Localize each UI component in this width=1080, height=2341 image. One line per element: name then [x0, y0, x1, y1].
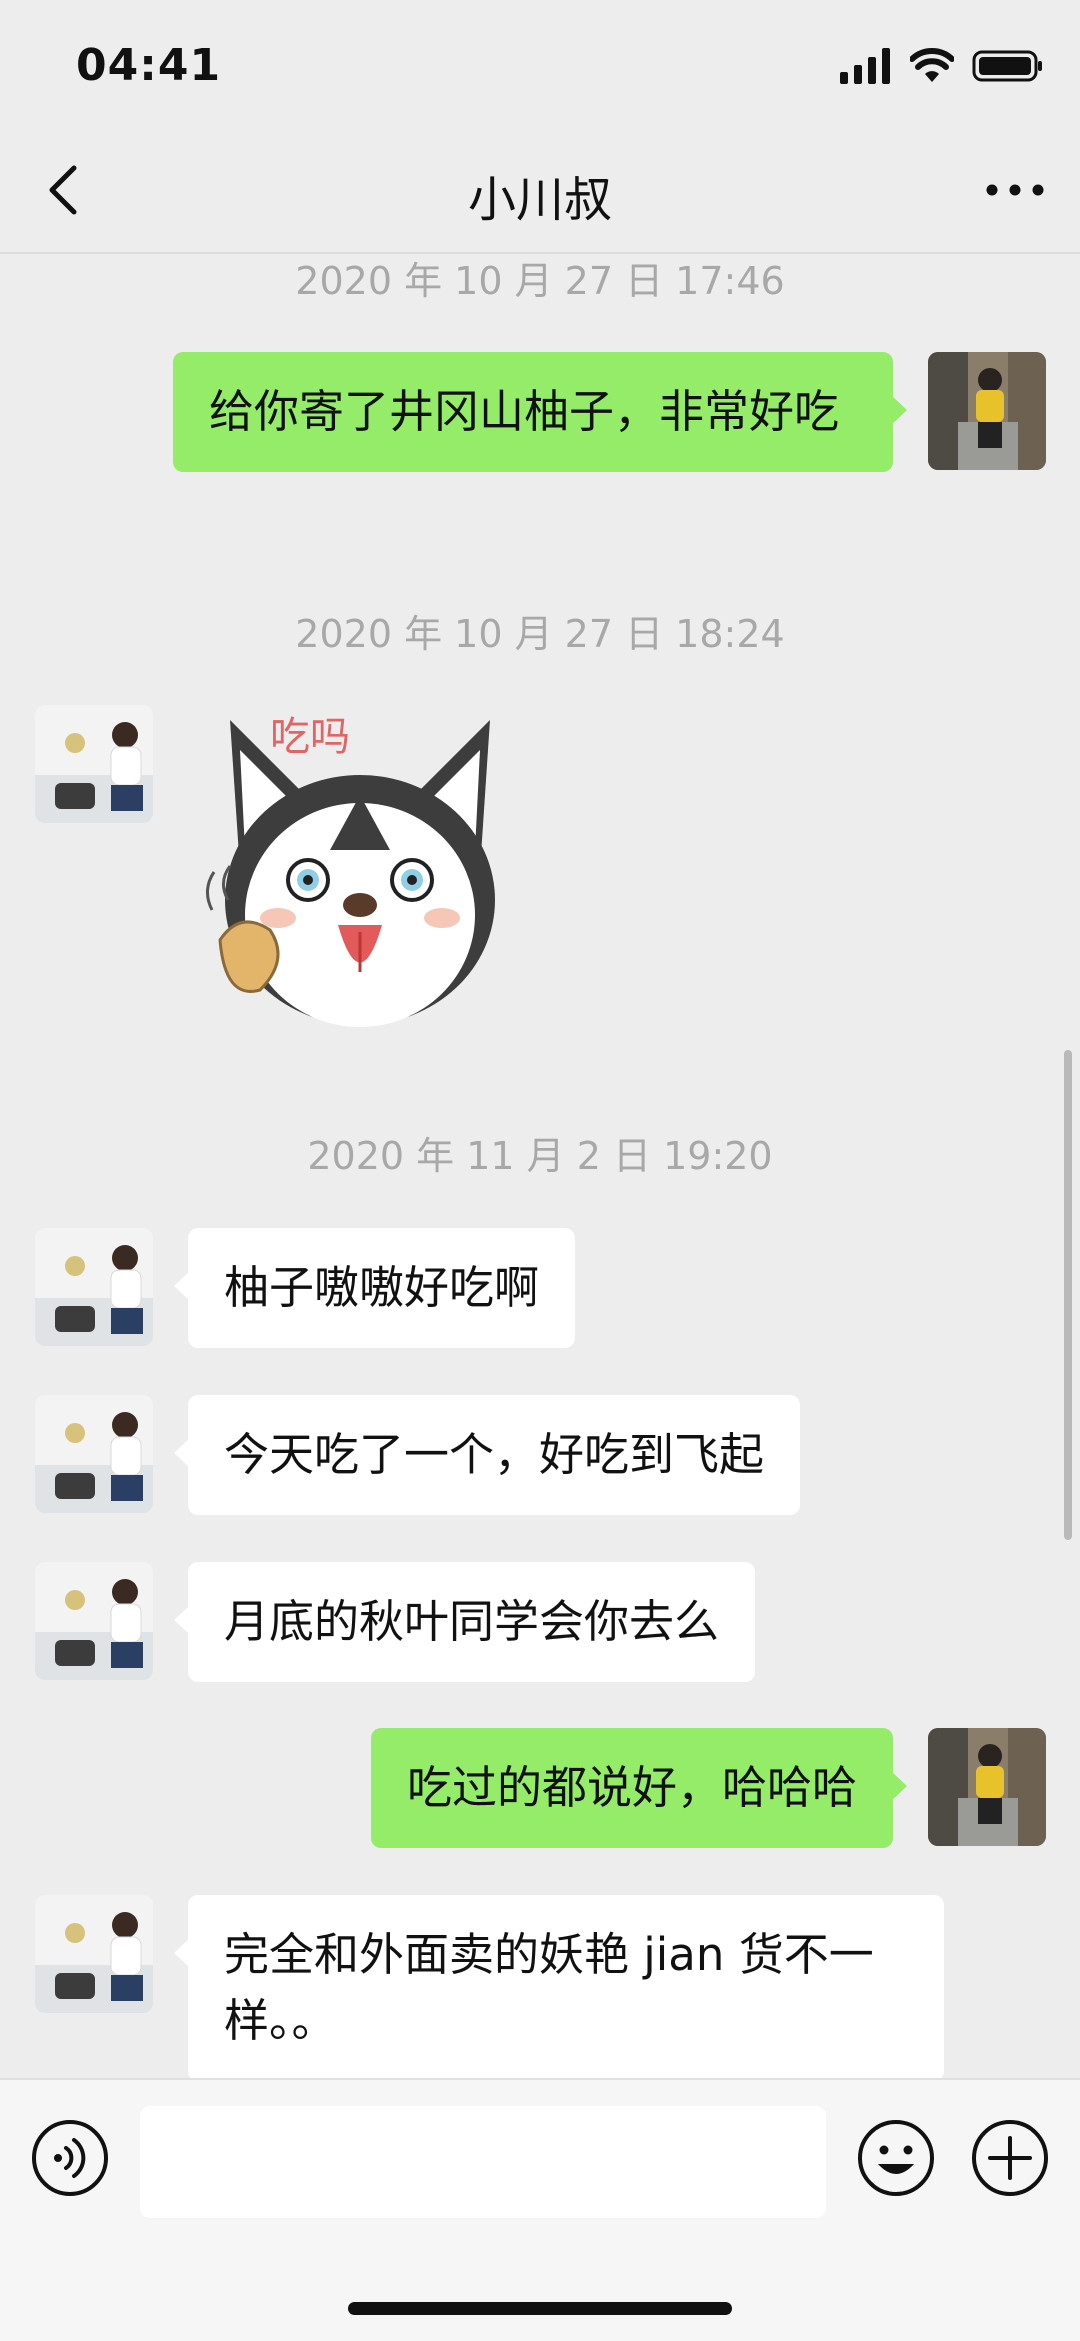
more-dots-icon [986, 184, 1044, 196]
message-bubble-incoming[interactable]: 完全和外面卖的妖艳 jian 货不一样。。 [174, 1895, 944, 2081]
contact-avatar[interactable] [35, 1895, 153, 2013]
wifi-icon [910, 48, 954, 82]
emoji-button[interactable] [856, 2118, 936, 2198]
message-bubble-incoming[interactable]: 月底的秋叶同学会你去么 [173, 1562, 756, 1682]
battery-icon [972, 50, 1042, 82]
message-bubble-outgoing[interactable]: 吃过的都说好，哈哈哈 [370, 1728, 908, 1848]
plus-button[interactable] [970, 2118, 1050, 2198]
my-avatar[interactable] [928, 1728, 1046, 1846]
message-bubble-incoming[interactable]: 今天吃了一个，好吃到飞起 [173, 1395, 801, 1515]
contact-avatar[interactable] [35, 1228, 153, 1346]
avatar-image [35, 1562, 153, 1680]
message-timestamp: 2020 年 10 月 27 日 18:24 [295, 612, 785, 656]
scroll-indicator[interactable] [1064, 1050, 1072, 1540]
status-icons [840, 46, 1044, 86]
voice-icon [32, 2120, 108, 2196]
plus-icon [972, 2120, 1048, 2196]
contact-avatar[interactable] [35, 705, 153, 823]
signal-icon [840, 48, 890, 84]
my-avatar[interactable] [928, 352, 1046, 470]
chat-title: 小川叔 [467, 172, 612, 228]
home-indicator [348, 2302, 732, 2315]
emoji-icon [858, 2120, 934, 2196]
avatar-image [35, 705, 153, 823]
status-bar: 04:41 [0, 0, 1080, 130]
status-time: 04:41 [76, 40, 222, 91]
more-button[interactable] [980, 160, 1050, 220]
avatar-image [35, 1395, 153, 1513]
avatar-image [35, 1228, 153, 1346]
message-bubble-incoming[interactable]: 柚子嗷嗷好吃啊 [173, 1228, 576, 1348]
avatar-image [928, 1728, 1046, 1846]
sticker-husky[interactable]: 吃吗 [200, 700, 520, 1040]
sticker-caption: 吃吗 [270, 714, 350, 760]
avatar-image [35, 1895, 153, 2013]
chat-header: 小川叔 [0, 130, 1080, 254]
input-bar [0, 2078, 1080, 2341]
contact-avatar[interactable] [35, 1395, 153, 1513]
avatar-image [928, 352, 1046, 470]
message-timestamp: 2020 年 10 月 27 日 17:46 [295, 259, 785, 303]
voice-button[interactable] [30, 2118, 110, 2198]
message-input[interactable] [140, 2106, 826, 2218]
contact-avatar[interactable] [35, 1562, 153, 1680]
message-timestamp: 2020 年 11 月 2 日 19:20 [307, 1134, 773, 1178]
message-bubble-outgoing[interactable]: 给你寄了井冈山柚子，非常好吃 [173, 352, 907, 472]
